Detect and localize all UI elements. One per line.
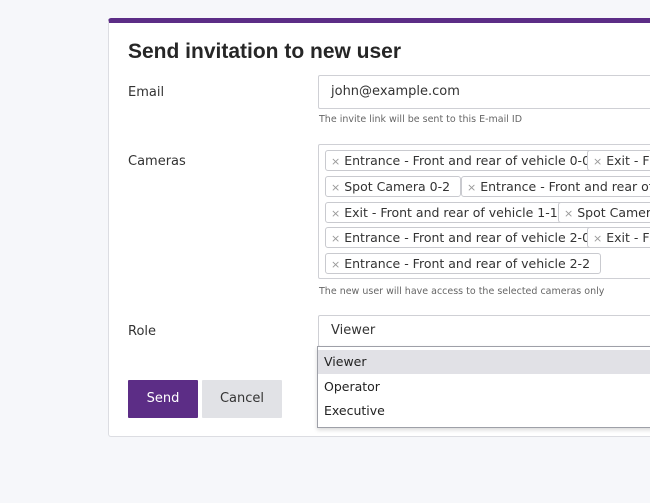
cameras-hint: The new user will have access to the sel…	[319, 286, 605, 297]
role-label: Role	[128, 324, 157, 339]
remove-tag-icon[interactable]: ×	[467, 181, 476, 194]
cameras-multiselect[interactable]: × Entrance - Front and rear of vehicle 0-…	[318, 144, 650, 279]
send-button[interactable]: Send	[128, 380, 198, 418]
role-dropdown-menu: Viewer Operator Executive	[317, 346, 650, 428]
email-field[interactable]: john@example.com	[318, 75, 650, 109]
role-select[interactable]: Viewer	[318, 315, 650, 347]
remove-tag-icon[interactable]: ×	[331, 258, 340, 271]
camera-tag-label: Spot Camera 0-2	[344, 179, 451, 194]
page-title: Send invitation to new user	[128, 40, 402, 63]
cameras-label: Cameras	[128, 154, 186, 169]
remove-tag-icon[interactable]: ×	[331, 155, 340, 168]
remove-tag-icon[interactable]: ×	[331, 181, 340, 194]
camera-tag-label: Spot Camera	[577, 205, 650, 220]
cancel-button[interactable]: Cancel	[202, 380, 282, 418]
camera-tag[interactable]: × Exit - F	[587, 150, 650, 171]
camera-tag-label: Entrance - Front and rear of vehicle 2-2	[344, 256, 591, 271]
camera-tag[interactable]: × Entrance - Front and rear of vehicle 2-…	[325, 253, 602, 274]
camera-tag[interactable]: × Entrance - Front and rear of vehicle 0-…	[325, 150, 602, 171]
remove-tag-icon[interactable]: ×	[593, 232, 602, 245]
remove-tag-icon[interactable]: ×	[331, 207, 340, 220]
camera-tag[interactable]: × Exit - Front and rear of vehicle 1-1	[325, 202, 569, 223]
role-option-operator[interactable]: Operator	[318, 375, 650, 399]
camera-tag[interactable]: × Spot Camera 0-2	[325, 176, 462, 197]
camera-tag[interactable]: × Spot Camera	[558, 202, 650, 223]
camera-tag[interactable]: × Entrance - Front and rear of vehicle 2-…	[325, 227, 602, 248]
email-label: Email	[128, 85, 165, 100]
camera-tag[interactable]: × Exit - F	[587, 227, 650, 248]
role-option-executive[interactable]: Executive	[318, 399, 650, 423]
camera-tag[interactable]: × Entrance - Front and rear of ve	[461, 176, 650, 197]
remove-tag-icon[interactable]: ×	[593, 155, 602, 168]
camera-tag-label: Entrance - Front and rear of vehicle 0-0	[344, 153, 591, 168]
camera-tag-label: Entrance - Front and rear of vehicle 2-0	[344, 230, 591, 245]
camera-tag-label: Exit - F	[606, 230, 650, 245]
remove-tag-icon[interactable]: ×	[564, 207, 573, 220]
camera-tag-label: Entrance - Front and rear of ve	[480, 179, 650, 194]
email-hint: The invite link will be sent to this E-m…	[319, 114, 523, 125]
remove-tag-icon[interactable]: ×	[331, 232, 340, 245]
camera-tag-label: Exit - Front and rear of vehicle 1-1	[344, 205, 558, 220]
role-option-viewer[interactable]: Viewer	[318, 350, 650, 374]
camera-tag-label: Exit - F	[606, 153, 650, 168]
